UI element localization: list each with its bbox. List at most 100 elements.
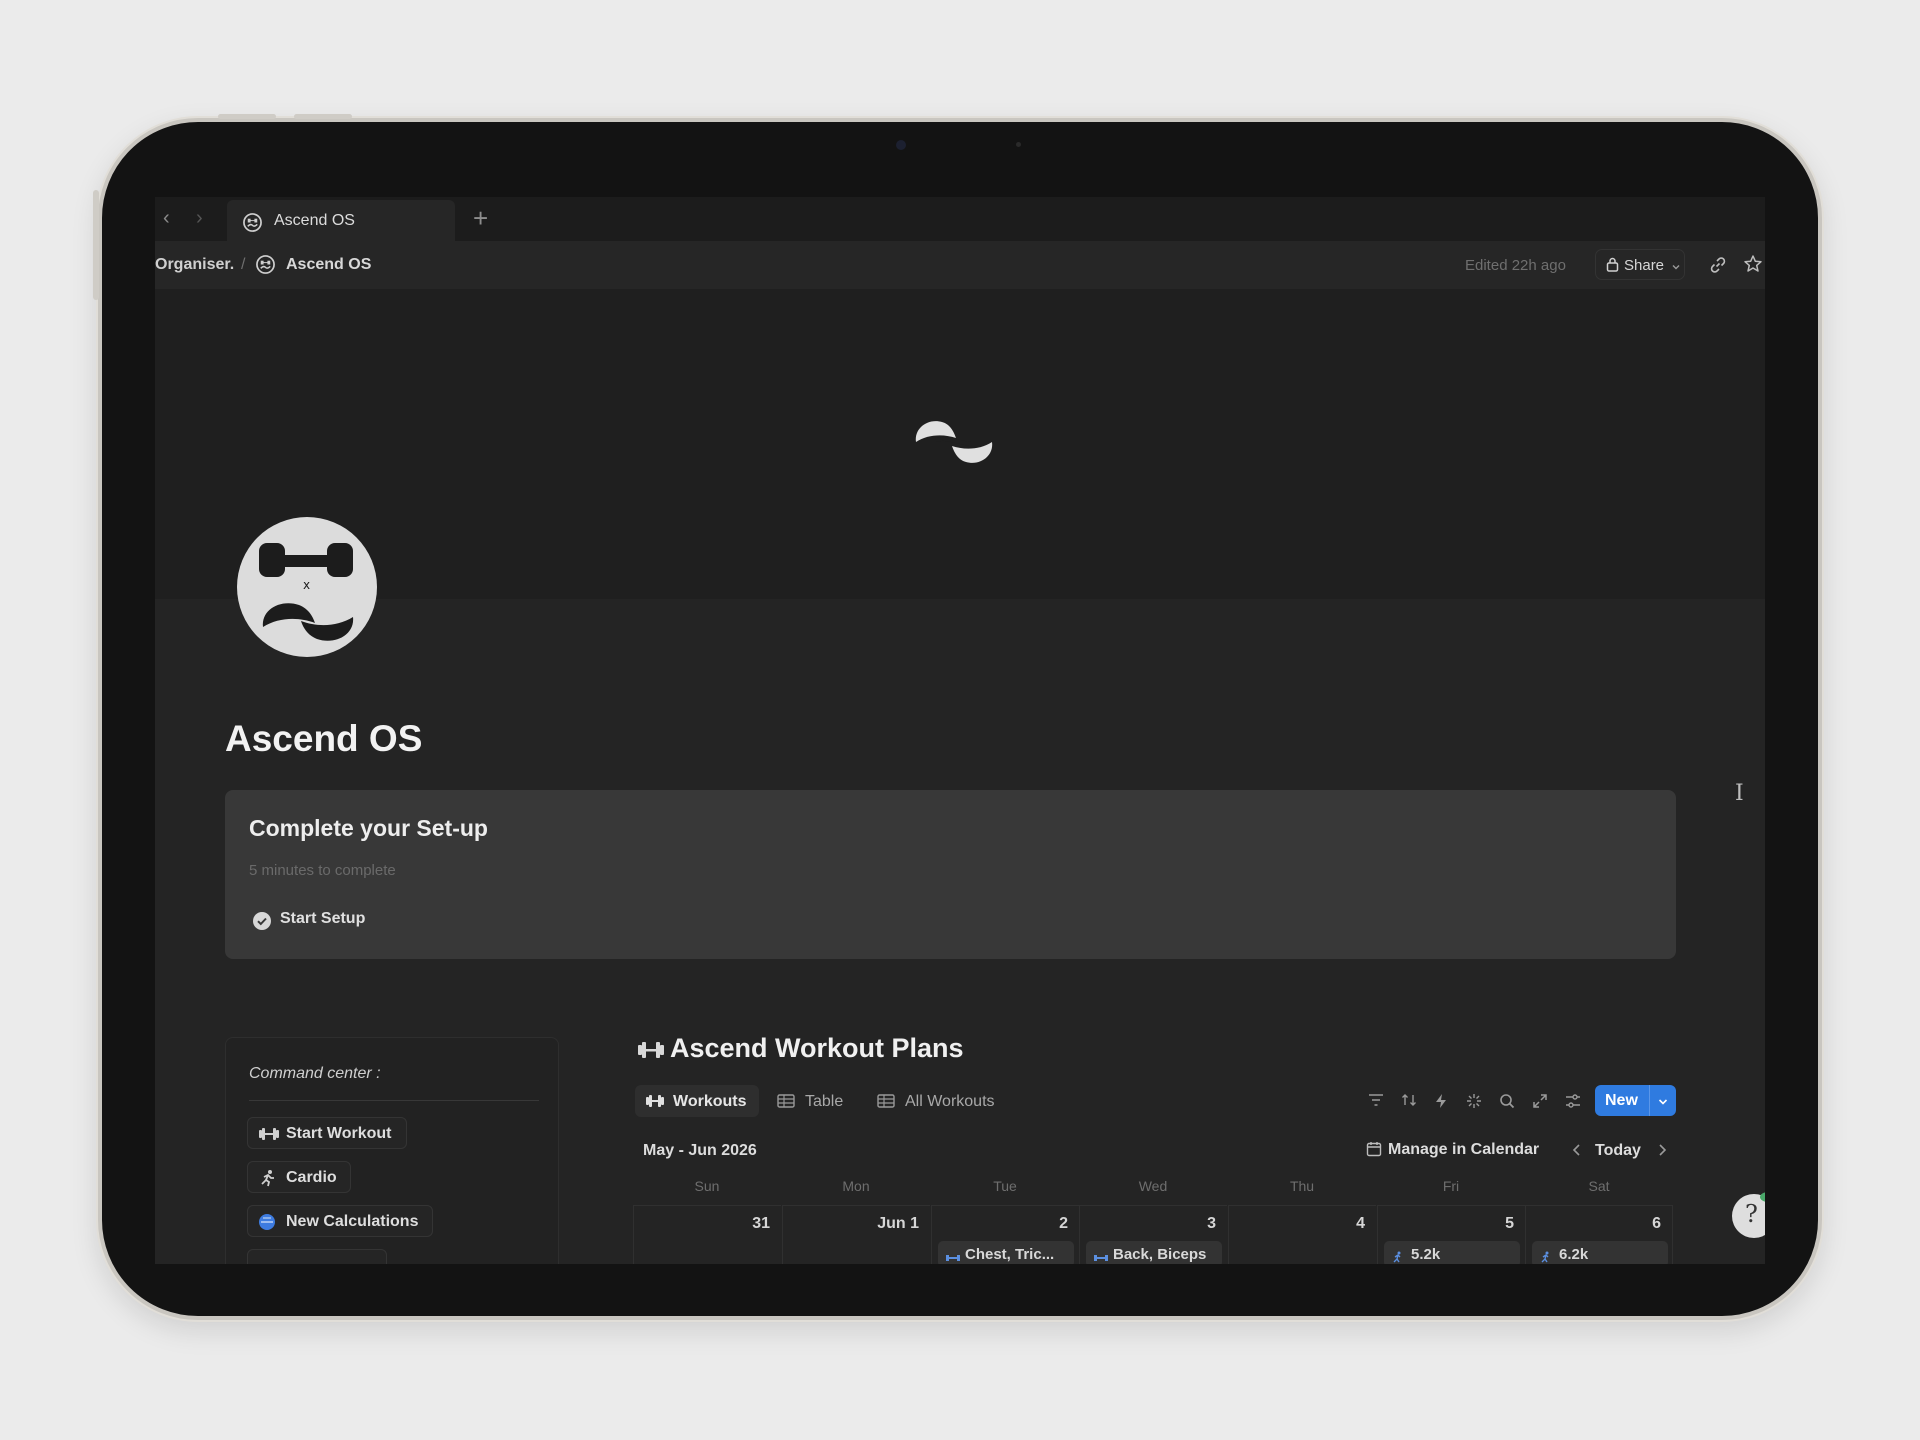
tab-all-workouts[interactable]: All Workouts bbox=[867, 1085, 1007, 1117]
cardio-button[interactable]: Cardio bbox=[247, 1161, 351, 1193]
dumbbell-icon bbox=[258, 1125, 280, 1148]
calculator-icon bbox=[258, 1213, 278, 1236]
day-number: 6 bbox=[1652, 1215, 1661, 1232]
weekday-label: Sat bbox=[1588, 1178, 1610, 1194]
calendar-event[interactable]: Chest, Tric... bbox=[938, 1241, 1074, 1264]
table-icon bbox=[877, 1094, 895, 1113]
calendar-day[interactable]: 2 Chest, Tric... bbox=[931, 1205, 1079, 1264]
new-tab-button[interactable]: + bbox=[473, 203, 488, 233]
calendar-event[interactable]: 6.2k bbox=[1532, 1241, 1668, 1264]
device-button bbox=[93, 190, 99, 300]
lightning-icon[interactable] bbox=[1434, 1093, 1448, 1114]
app-screen: ‹ › Ascend OS + Organiser. / Ascend OS E… bbox=[155, 197, 1765, 1264]
tab-table[interactable]: Table bbox=[767, 1085, 855, 1117]
button-label: New Calculations bbox=[286, 1213, 419, 1230]
camera bbox=[896, 140, 906, 150]
chevron-down-icon[interactable] bbox=[1657, 1095, 1669, 1113]
command-center-panel: Command center : Start Workout Cardio Ne… bbox=[225, 1037, 559, 1264]
sparkle-icon[interactable] bbox=[1466, 1093, 1482, 1114]
event-title: Chest, Tric... bbox=[965, 1246, 1055, 1263]
command-button[interactable] bbox=[247, 1249, 387, 1264]
tab-label: Workouts bbox=[673, 1093, 747, 1110]
chevron-left-icon[interactable] bbox=[1571, 1142, 1583, 1163]
new-calculations-button[interactable]: New Calculations bbox=[247, 1205, 433, 1237]
forward-icon[interactable]: › bbox=[196, 208, 203, 228]
tab-workouts[interactable]: Workouts bbox=[635, 1085, 759, 1117]
calendar-day[interactable]: 3 Back, Biceps bbox=[1079, 1205, 1227, 1264]
calendar-day[interactable]: 5 5.2k bbox=[1377, 1205, 1525, 1264]
weekday-label: Fri bbox=[1442, 1178, 1460, 1194]
start-workout-button[interactable]: Start Workout bbox=[247, 1117, 407, 1149]
share-label: Share bbox=[1624, 257, 1665, 274]
calendar-day[interactable]: Jun 1 bbox=[782, 1205, 930, 1264]
table-icon bbox=[777, 1094, 795, 1113]
page-title: Ascend OS bbox=[225, 718, 423, 759]
event-title: Back, Biceps bbox=[1113, 1246, 1207, 1263]
tab-label: Table bbox=[805, 1093, 844, 1110]
calendar-day[interactable]: 31 bbox=[633, 1205, 781, 1264]
button-label: Start Workout bbox=[286, 1125, 392, 1142]
dumbbell-icon bbox=[645, 1094, 665, 1113]
back-icon[interactable]: ‹ bbox=[163, 208, 170, 228]
tab-bar: ‹ › Ascend OS + bbox=[155, 197, 1765, 241]
share-button[interactable]: Share bbox=[1595, 249, 1685, 280]
day-number: 2 bbox=[1059, 1215, 1068, 1232]
new-button[interactable]: New bbox=[1595, 1085, 1676, 1116]
search-icon[interactable] bbox=[1499, 1093, 1515, 1114]
svg-text:x: x bbox=[303, 578, 310, 592]
edited-timestamp: Edited 22h ago bbox=[1465, 257, 1566, 274]
day-number: 5 bbox=[1505, 1215, 1514, 1232]
weekday-label: Tue bbox=[993, 1178, 1017, 1194]
start-setup-button[interactable]: Start Setup bbox=[280, 910, 365, 928]
manage-in-calendar-button[interactable]: Manage in Calendar bbox=[1358, 1134, 1553, 1164]
filter-icon[interactable] bbox=[1368, 1093, 1384, 1112]
divider bbox=[249, 1100, 539, 1101]
expand-icon[interactable] bbox=[1532, 1093, 1548, 1114]
calendar-day[interactable]: 6 6.2k bbox=[1525, 1205, 1673, 1264]
today-button[interactable]: Today bbox=[1595, 1142, 1641, 1160]
running-icon bbox=[1392, 1250, 1404, 1264]
tab-title: Ascend OS bbox=[274, 212, 355, 229]
chevron-right-icon[interactable] bbox=[1656, 1142, 1668, 1163]
page-emoji-icon bbox=[256, 255, 275, 279]
cover-image[interactable] bbox=[155, 289, 1765, 599]
calendar-day[interactable]: 4 bbox=[1228, 1205, 1376, 1264]
running-icon bbox=[258, 1169, 278, 1192]
button-label: Cardio bbox=[286, 1169, 337, 1186]
breadcrumb-workspace[interactable]: Organiser. bbox=[155, 256, 234, 274]
calendar-icon bbox=[1366, 1141, 1382, 1162]
weekday-label: Sun bbox=[694, 1178, 720, 1194]
sensor bbox=[1016, 142, 1021, 147]
page-icon[interactable]: x bbox=[237, 517, 377, 657]
callout-title: Complete your Set-up bbox=[249, 815, 488, 841]
calendar-event[interactable]: 5.2k bbox=[1384, 1241, 1520, 1264]
lock-icon bbox=[1606, 257, 1619, 277]
brand-logo-icon bbox=[912, 414, 996, 473]
calendar-event[interactable]: Back, Biceps bbox=[1086, 1241, 1222, 1264]
check-circle-icon bbox=[252, 911, 272, 936]
chevron-down-icon bbox=[1671, 259, 1681, 277]
notification-dot bbox=[1760, 1192, 1765, 1202]
day-number: 31 bbox=[752, 1215, 770, 1232]
database-title: Ascend Workout Plans bbox=[670, 1033, 964, 1063]
breadcrumb-page[interactable]: Ascend OS bbox=[286, 256, 371, 274]
day-number: 4 bbox=[1356, 1215, 1365, 1232]
manage-label: Manage in Calendar bbox=[1388, 1141, 1540, 1158]
divider bbox=[1649, 1085, 1650, 1116]
link-icon[interactable] bbox=[1708, 255, 1728, 280]
question-icon: ? bbox=[1745, 1200, 1758, 1228]
star-icon[interactable] bbox=[1743, 254, 1763, 279]
day-number: 3 bbox=[1207, 1215, 1216, 1232]
page-emoji-icon bbox=[243, 213, 262, 237]
new-button-label: New bbox=[1605, 1092, 1638, 1109]
text-cursor-icon: I bbox=[1735, 781, 1744, 806]
dumbbell-icon bbox=[1094, 1250, 1108, 1264]
breadcrumb-separator: / bbox=[241, 256, 246, 273]
browser-tab[interactable]: Ascend OS bbox=[227, 200, 455, 241]
event-title: 5.2k bbox=[1411, 1246, 1441, 1263]
weekday-label: Mon bbox=[842, 1178, 870, 1194]
settings-sliders-icon[interactable] bbox=[1565, 1093, 1581, 1114]
sort-icon[interactable] bbox=[1401, 1093, 1417, 1112]
weekday-label: Wed bbox=[1138, 1178, 1168, 1194]
weekday-label: Thu bbox=[1289, 1178, 1315, 1194]
